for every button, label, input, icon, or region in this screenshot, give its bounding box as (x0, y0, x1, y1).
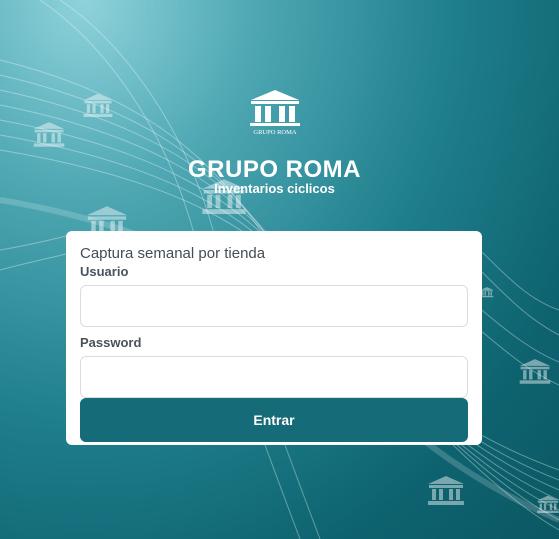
password-input[interactable] (80, 356, 468, 398)
temple-icon (428, 476, 464, 505)
brand-subtitle: Inventarios ciclicos (214, 181, 335, 196)
username-label: Usuario (80, 264, 129, 279)
login-card: Captura semanal por tienda Usuario Passw… (66, 231, 482, 445)
temple-icon (519, 359, 551, 384)
temple-icon (480, 287, 494, 298)
logo-text: GRUPO ROMA (253, 129, 296, 136)
submit-button[interactable]: Entrar (80, 398, 468, 442)
password-label: Password (80, 335, 142, 350)
login-heading: Captura semanal por tienda (80, 245, 266, 262)
username-input[interactable] (80, 285, 468, 327)
temple-building-icon: GRUPO ROMA (249, 90, 300, 136)
brand-title: GRUPO ROMA (188, 156, 361, 183)
brand-logo: GRUPO ROMA (0, 88, 549, 141)
